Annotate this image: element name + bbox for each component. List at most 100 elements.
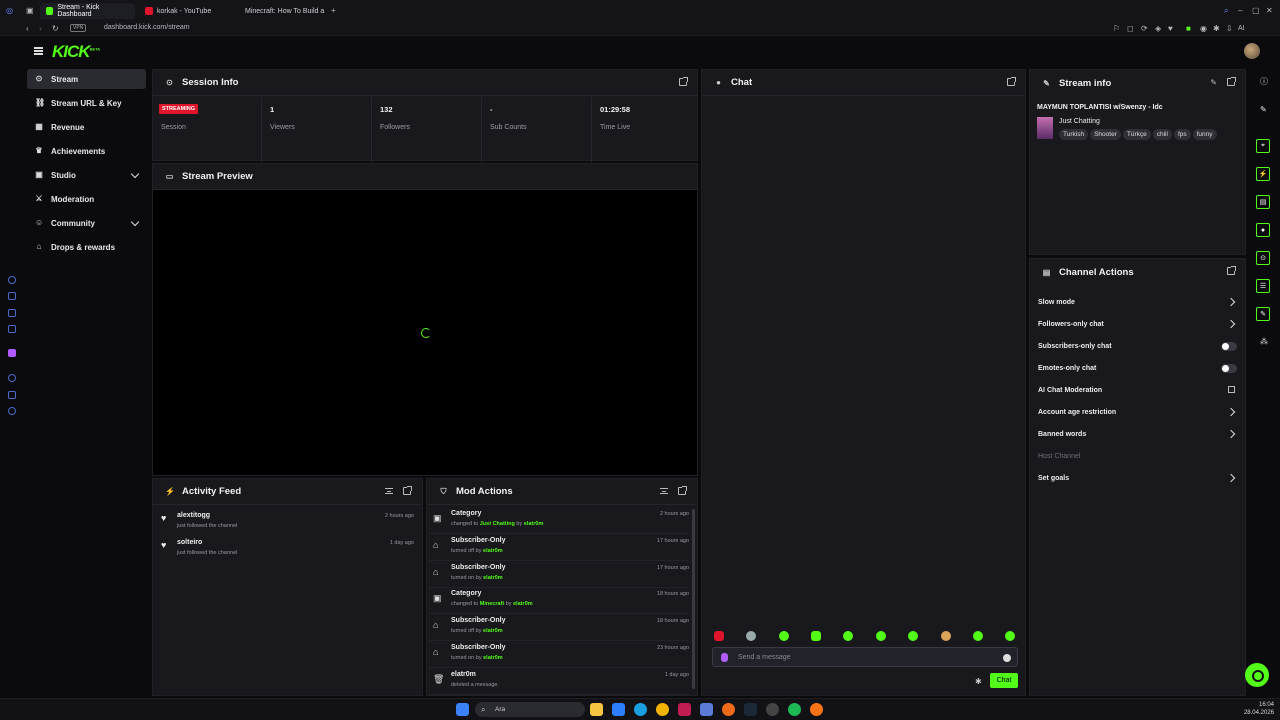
close-icon[interactable]: ✕ bbox=[1266, 6, 1273, 15]
app-icon[interactable] bbox=[722, 703, 735, 716]
feed-username[interactable]: alextitogg bbox=[177, 512, 210, 519]
avatar[interactable] bbox=[1244, 43, 1260, 59]
wrench-icon[interactable]: ✎ bbox=[1256, 307, 1270, 321]
moderator-username[interactable]: elatr0m bbox=[483, 575, 503, 581]
category-thumbnail[interactable] bbox=[1037, 117, 1053, 139]
tab-actions-icon[interactable]: ▣ bbox=[26, 6, 34, 15]
tag-chip[interactable]: Shooter bbox=[1090, 129, 1121, 140]
emoji-icon[interactable] bbox=[1003, 654, 1011, 662]
back-icon[interactable]: ‹ bbox=[26, 24, 29, 33]
microphone-icon[interactable] bbox=[721, 653, 728, 662]
windows-start-icon[interactable] bbox=[456, 703, 469, 716]
popout-icon[interactable] bbox=[1227, 266, 1236, 275]
tag-chip[interactable]: fps bbox=[1173, 129, 1191, 140]
sidebar-item-stream-url[interactable]: ⛓ Stream URL & Key bbox=[27, 93, 146, 113]
moderator-username[interactable]: elatr0m bbox=[483, 628, 503, 634]
tab-youtube[interactable]: korkak - YouTube bbox=[139, 3, 234, 19]
chrome-icon[interactable] bbox=[656, 703, 669, 716]
moderator-username[interactable]: elatr0m bbox=[513, 601, 533, 607]
forward-icon[interactable]: › bbox=[39, 24, 42, 33]
list-icon[interactable]: ☰ bbox=[1256, 279, 1270, 293]
heart-icon[interactable]: ♥ bbox=[1168, 24, 1173, 33]
channel-action-row[interactable]: AI Chat Moderation bbox=[1038, 383, 1237, 399]
toggle-switch[interactable] bbox=[1221, 364, 1237, 373]
clock[interactable]: 16:04 28.04.2026 bbox=[1244, 701, 1274, 717]
gear-icon[interactable]: ✱ bbox=[975, 677, 982, 686]
sidebar-app-icon[interactable] bbox=[8, 292, 16, 300]
tab-minecraft[interactable]: Minecraft: How To Build a bbox=[235, 3, 327, 19]
channel-action-row[interactable]: Subscribers-only chat bbox=[1038, 339, 1237, 355]
taskbar-search[interactable]: Ara bbox=[475, 702, 585, 717]
sidebar-app-icon[interactable] bbox=[8, 276, 16, 284]
info-icon[interactable]: ⓘ bbox=[1260, 77, 1268, 86]
feed-username[interactable]: solteiro bbox=[177, 539, 202, 546]
video-player[interactable] bbox=[153, 190, 697, 475]
app-icon[interactable] bbox=[810, 703, 823, 716]
emote-icon[interactable] bbox=[843, 631, 853, 641]
crosshair-icon[interactable]: ⌖ bbox=[1256, 139, 1270, 153]
steam-icon[interactable] bbox=[744, 703, 757, 716]
chat-ext-icon[interactable]: ◉ bbox=[1200, 24, 1207, 33]
reload-icon[interactable]: ↻ bbox=[52, 24, 59, 33]
sidebar-item-studio[interactable]: ▣ Studio bbox=[27, 165, 146, 185]
chat-icon[interactable]: ● bbox=[1256, 223, 1270, 237]
channel-action-row[interactable]: Slow mode bbox=[1038, 295, 1237, 311]
document-icon[interactable]: ▤ bbox=[1256, 195, 1270, 209]
tag-chip[interactable]: chill bbox=[1152, 129, 1172, 140]
download-icon[interactable]: ⇩ bbox=[1226, 24, 1233, 33]
ai-button[interactable]: AI bbox=[1238, 24, 1245, 33]
new-tab-icon[interactable]: + bbox=[331, 6, 336, 15]
chat-input[interactable]: Send a message bbox=[712, 647, 1018, 667]
search-icon[interactable]: ⌕ bbox=[1224, 6, 1228, 15]
app-icon[interactable] bbox=[700, 703, 713, 716]
file-explorer-icon[interactable] bbox=[590, 703, 603, 716]
emote-icon[interactable] bbox=[1005, 631, 1015, 641]
sidebar-item-revenue[interactable]: ▦ Revenue bbox=[27, 117, 146, 137]
sidebar-app-icon[interactable] bbox=[8, 325, 16, 333]
spotify-icon[interactable] bbox=[788, 703, 801, 716]
kick-logo[interactable]: KICKBETA bbox=[52, 42, 100, 62]
history-icon[interactable]: ⟳ bbox=[1141, 24, 1148, 33]
bookmark-icon[interactable]: ⚐ bbox=[1113, 24, 1120, 33]
edit-icon[interactable]: ✎ bbox=[1210, 78, 1217, 87]
sidebar-app-icon[interactable] bbox=[8, 309, 16, 317]
scrollbar[interactable] bbox=[692, 509, 695, 689]
toggle-switch[interactable] bbox=[1221, 342, 1237, 351]
channel-action-row[interactable]: Set goals bbox=[1038, 471, 1237, 487]
sidebar-item-moderation[interactable]: ⚔ Moderation bbox=[27, 189, 146, 209]
emote-icon[interactable] bbox=[941, 631, 951, 641]
emote-icon[interactable] bbox=[973, 631, 983, 641]
sidebar-item-stream[interactable]: ⊙ Stream bbox=[27, 69, 146, 89]
emote-icon[interactable] bbox=[908, 631, 918, 641]
extension-icon[interactable]: ■ bbox=[1186, 24, 1191, 33]
share-icon[interactable]: ⁂ bbox=[1260, 337, 1268, 346]
twitch-icon[interactable] bbox=[8, 349, 16, 357]
channel-action-row[interactable]: Banned words bbox=[1038, 427, 1237, 443]
broadcast-icon[interactable]: ⊙ bbox=[1256, 251, 1270, 265]
emote-icon[interactable] bbox=[746, 631, 756, 641]
send-chat-button[interactable]: Chat bbox=[990, 673, 1018, 688]
opera-icon[interactable] bbox=[678, 703, 691, 716]
emote-icon[interactable] bbox=[811, 631, 821, 641]
puzzle-icon[interactable]: ✱ bbox=[1213, 24, 1220, 33]
filter-icon[interactable] bbox=[660, 488, 668, 494]
url-field[interactable]: dashboard.kick.com/stream bbox=[104, 24, 190, 31]
emote-icon[interactable] bbox=[714, 631, 724, 641]
menu-icon[interactable] bbox=[34, 47, 43, 55]
popout-icon[interactable] bbox=[403, 486, 412, 495]
bolt-icon[interactable]: ⚡ bbox=[1256, 167, 1270, 181]
sidebar-item-drops[interactable]: ⌂ Drops & rewards bbox=[27, 237, 146, 257]
tag-chip[interactable]: Turkish bbox=[1059, 129, 1089, 140]
vpn-badge[interactable]: VPN bbox=[70, 24, 87, 32]
minimize-icon[interactable]: – bbox=[1238, 6, 1242, 15]
tag-chip[interactable]: Türkçe bbox=[1122, 129, 1151, 140]
browser-profile-icon[interactable]: ◎ bbox=[6, 6, 13, 15]
category-name[interactable]: Just Chatting bbox=[1059, 118, 1100, 125]
filter-icon[interactable] bbox=[385, 488, 393, 494]
popout-icon[interactable] bbox=[1007, 77, 1016, 86]
channel-action-row[interactable]: Followers-only chat bbox=[1038, 317, 1237, 333]
channel-action-row[interactable]: Account age restriction bbox=[1038, 405, 1237, 421]
tag-chip[interactable]: funny bbox=[1192, 129, 1217, 140]
moderator-username[interactable]: elatr0m bbox=[483, 655, 503, 661]
store-icon[interactable] bbox=[612, 703, 625, 716]
